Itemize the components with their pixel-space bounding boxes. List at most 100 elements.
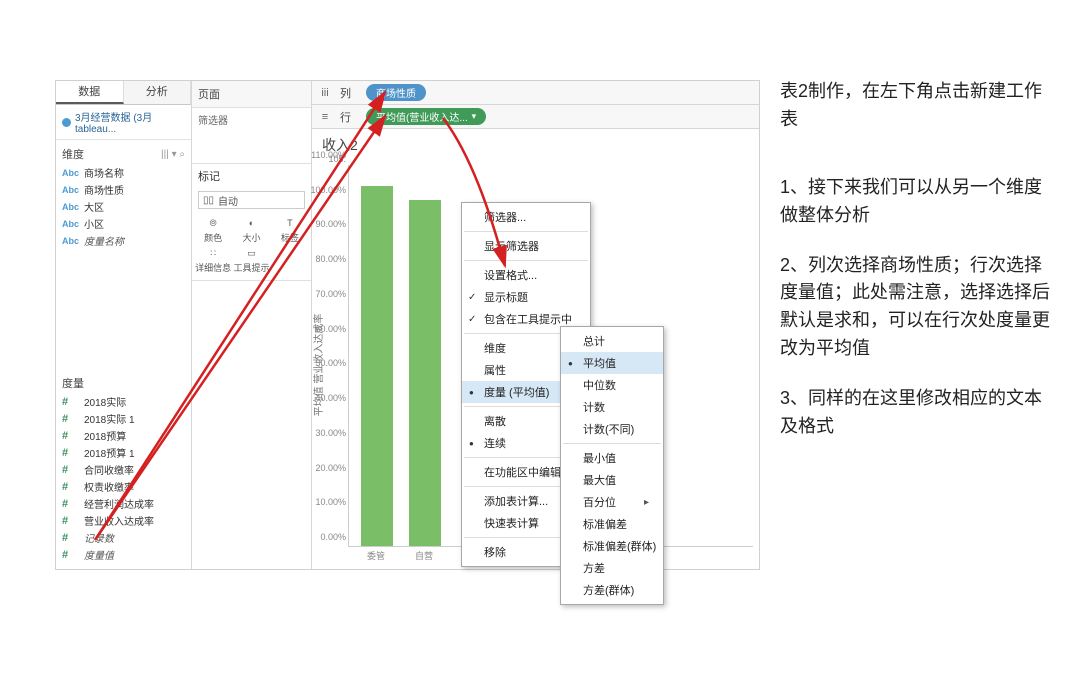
measure-item[interactable]: #2018实际 — [60, 393, 187, 410]
marks-grid: ⦾颜色 ◐大小 T标签 ∷详细信息 ▭工具提示 — [192, 212, 311, 280]
menu-item[interactable]: 最大值 — [561, 469, 663, 491]
bar[interactable] — [361, 186, 393, 546]
abc-icon: Abc — [62, 219, 80, 229]
abc-icon: Abc — [62, 185, 80, 195]
menu-item[interactable]: 最小值 — [561, 447, 663, 469]
meas-name: 2018实际 — [84, 394, 126, 409]
dim-name: 商场名称 — [84, 165, 124, 180]
tooltip-icon: ▭ — [244, 248, 258, 260]
menu-item[interactable]: 百分位 — [561, 491, 663, 513]
menu-item-label: 维度 — [484, 340, 506, 356]
menu-item-label: 设置格式... — [484, 267, 537, 283]
menu-item[interactable]: 平均值 — [561, 352, 663, 374]
menu-item-label: 最大值 — [583, 472, 616, 488]
submenu-aggregate[interactable]: 总计平均值中位数计数计数(不同) 最小值最大值百分位标准偏差标准偏差(群体) 方差方… — [560, 326, 664, 605]
menu-item-label: 属性 — [484, 362, 506, 378]
menu-item-label: 在功能区中编辑 — [484, 464, 561, 480]
y-tick: 90.00% — [315, 219, 346, 229]
y-tick: 60.00% — [315, 324, 346, 334]
y-tick: 80.00% — [315, 254, 346, 264]
menu-item[interactable]: 标准偏差 — [561, 513, 663, 535]
meas-name: 权责收缴率 — [84, 479, 134, 494]
menu-item[interactable]: 方差 — [561, 557, 663, 579]
hash-icon: # — [62, 413, 80, 425]
measures-list: #2018实际#2018实际 1#2018预算#2018预算 1#合同收缴率#权… — [56, 393, 191, 569]
measure-item[interactable]: #2018预算 — [60, 427, 187, 444]
menu-item-label: 方差 — [583, 560, 605, 576]
marks-dd-label: 自动 — [218, 193, 238, 208]
marks-size[interactable]: ◐大小 — [232, 216, 270, 246]
marks-detail[interactable]: ∷详细信息 — [194, 246, 232, 276]
measure-item[interactable]: #度量值 — [60, 546, 187, 563]
rows-pill[interactable]: 平均值(营业收入达...▾ — [366, 108, 486, 125]
dimensions-header: 维度 ||| ▾ ⌕ — [56, 140, 191, 164]
tab-data[interactable]: 数据 — [56, 81, 124, 104]
menu-item-label: 连续 — [484, 435, 506, 451]
rows-shelf[interactable]: ≡ 行 平均值(营业收入达...▾ — [312, 105, 759, 129]
y-tick: 0.00% — [320, 532, 346, 542]
shelves-column: 页面 筛选器 标记 ▯▯ 自动 ⦾颜色 ◐大小 T标签 ∷详细信息 ▭工具提示 — [192, 81, 312, 569]
menu-item[interactable]: 方差(群体) — [561, 579, 663, 601]
y-tick: 50.00% — [315, 358, 346, 368]
dimension-item[interactable]: Abc大区 — [60, 198, 187, 215]
x-category: 自营 — [400, 549, 448, 565]
y-tick: 30.00% — [315, 428, 346, 438]
y-tick: 20.00% — [315, 463, 346, 473]
measure-item[interactable]: #2018实际 1 — [60, 410, 187, 427]
menu-item-label: 添加表计算... — [484, 493, 548, 509]
menu-item[interactable]: 筛选器... — [462, 206, 590, 228]
tab-analysis[interactable]: 分析 — [124, 81, 192, 104]
y-tick: 105. — [328, 154, 346, 164]
meas-name: 2018预算 — [84, 428, 126, 443]
meas-name: 度量值 — [84, 547, 114, 562]
dim-header-icons[interactable]: ||| ▾ ⌕ — [161, 149, 185, 160]
measure-item[interactable]: #经营利润达成率 — [60, 495, 187, 512]
dimension-item[interactable]: Abc度量名称 — [60, 232, 187, 249]
marks-label[interactable]: T标签 — [271, 216, 309, 246]
columns-pill[interactable]: 商场性质 — [366, 84, 426, 101]
menu-item[interactable]: 计数(不同) — [561, 418, 663, 440]
dimension-item[interactable]: Abc商场性质 — [60, 181, 187, 198]
menu-item-label: 标准偏差 — [583, 516, 627, 532]
menu-item[interactable]: 显示标题 — [462, 286, 590, 308]
marks-tooltip[interactable]: ▭工具提示 — [232, 246, 270, 276]
dim-name: 大区 — [84, 199, 104, 214]
marks-type-dropdown[interactable]: ▯▯ 自动 — [198, 191, 305, 209]
dimension-item[interactable]: Abc商场名称 — [60, 164, 187, 181]
meas-name: 经营利润达成率 — [84, 496, 154, 511]
menu-item-label: 度量 (平均值) — [484, 384, 549, 400]
menu-item[interactable]: 总计 — [561, 330, 663, 352]
marks-color[interactable]: ⦾颜色 — [194, 216, 232, 246]
measure-item[interactable]: #2018预算 1 — [60, 444, 187, 461]
datasource[interactable]: 3月经营数据 (3月tableau... — [56, 105, 191, 140]
note-1: 1、接下来我们可以从另一个维度做整体分析 — [780, 174, 1050, 230]
measure-item[interactable]: #营业收入达成率 — [60, 512, 187, 529]
bar-chart-icon: ▯▯ — [203, 195, 214, 206]
menu-item[interactable]: 设置格式... — [462, 264, 590, 286]
instruction-notes: 表2制作，在左下角点击新建工作表 1、接下来我们可以从另一个维度做整体分析 2、… — [780, 78, 1050, 463]
menu-item[interactable]: 中位数 — [561, 374, 663, 396]
y-tick: 100.00% — [310, 185, 346, 195]
measure-item[interactable]: #权责收缴率 — [60, 478, 187, 495]
measure-item[interactable]: #合同收缴率 — [60, 461, 187, 478]
menu-item[interactable]: 显示筛选器 — [462, 235, 590, 257]
hash-icon: # — [62, 464, 80, 476]
sheet-title[interactable]: 收入2 — [312, 129, 759, 161]
datasource-label: 3月经营数据 (3月tableau... — [75, 109, 185, 135]
menu-item-label: 包含在工具提示中 — [484, 311, 572, 327]
menu-item[interactable]: 计数 — [561, 396, 663, 418]
menu-item-label: 计数(不同) — [583, 421, 634, 437]
bar[interactable] — [409, 200, 441, 546]
menu-item-label: 百分位 — [583, 494, 616, 510]
columns-icon: iii — [316, 87, 334, 99]
y-tick: 40.00% — [315, 393, 346, 403]
marks-card: 标记 ▯▯ 自动 ⦾颜色 ◐大小 T标签 ∷详细信息 ▭工具提示 — [192, 164, 311, 281]
hash-icon: # — [62, 447, 80, 459]
dimension-item[interactable]: Abc小区 — [60, 215, 187, 232]
filters-shelf[interactable]: 筛选器 — [192, 108, 311, 164]
meas-name: 2018预算 1 — [84, 445, 135, 460]
menu-item[interactable]: 标准偏差(群体) — [561, 535, 663, 557]
columns-shelf[interactable]: iii 列 商场性质 — [312, 81, 759, 105]
pages-shelf[interactable]: 页面 — [192, 81, 311, 108]
measure-item[interactable]: #记录数 — [60, 529, 187, 546]
